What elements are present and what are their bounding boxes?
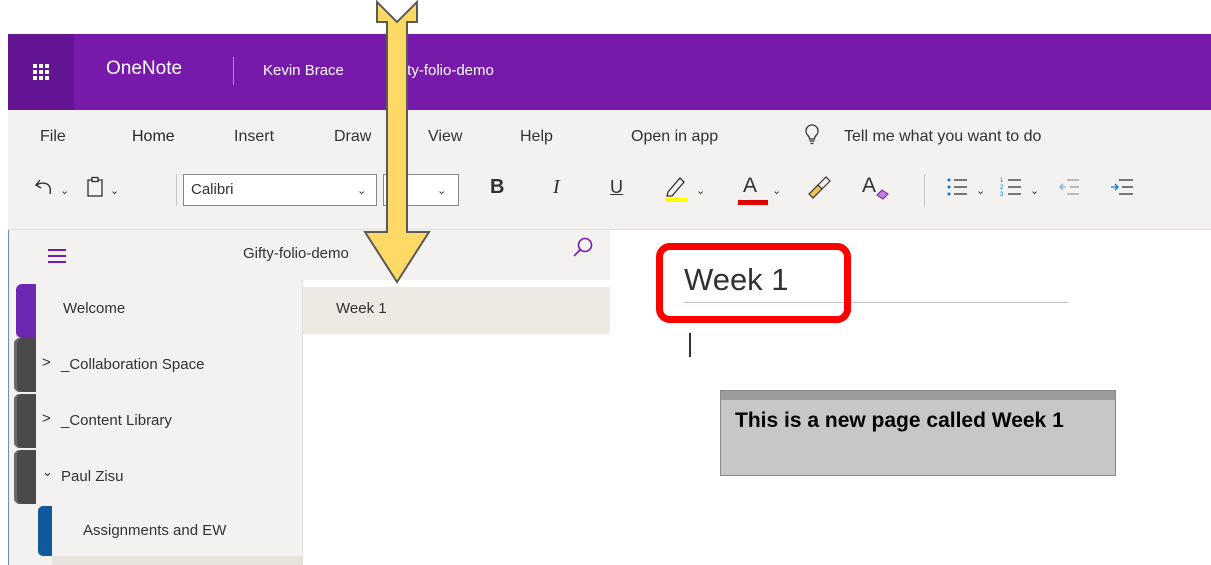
font-size-dropdown[interactable]: ⌄ [437, 184, 446, 197]
decrease-indent-button[interactable] [1058, 176, 1080, 203]
tab-insert[interactable]: Insert [234, 128, 274, 146]
numbering-dropdown[interactable]: ⌄ [1030, 184, 1039, 197]
waffle-icon [33, 64, 49, 80]
section-label: Assignments and EW [83, 522, 227, 539]
section-group-paul-zisu[interactable]: ⌄ Paul Zisu [36, 450, 302, 504]
open-in-app-button[interactable]: Open in app [631, 128, 718, 146]
clear-format-letter: A [862, 174, 877, 197]
italic-button[interactable]: I [553, 176, 560, 199]
highlighter-dropdown[interactable]: ⌄ [696, 184, 705, 197]
annotation-arrow-icon [363, 0, 431, 284]
lightbulb-icon [804, 124, 820, 151]
hamburger-menu-button[interactable] [48, 249, 66, 263]
page-label: Week 1 [336, 300, 387, 317]
font-name-value: Calibri [191, 181, 234, 198]
toolbar-separator [176, 174, 177, 206]
paste-button[interactable] [86, 176, 104, 203]
section-item-collaboration-space[interactable]: > _Collaboration Space [36, 338, 302, 392]
note-container[interactable]: This is a new page called Week 1 [720, 390, 1116, 476]
eraser-icon [876, 189, 889, 200]
chevron-down-icon[interactable]: ⌄ [42, 464, 53, 480]
svg-text:2: 2 [1000, 185, 1004, 191]
section-item-welcome[interactable]: Welcome [36, 284, 302, 338]
section-tab-assignments[interactable] [38, 506, 52, 556]
hamburger-icon [48, 249, 66, 263]
increase-indent-button[interactable] [1110, 176, 1134, 203]
highlighter-icon [665, 177, 687, 202]
section-tab-collab[interactable] [14, 338, 36, 392]
clear-formatting-button[interactable]: A [862, 174, 892, 204]
numbering-button[interactable]: 123 [1000, 176, 1022, 203]
font-color-dropdown[interactable]: ⌄ [772, 184, 781, 197]
highlighter-button[interactable] [664, 174, 688, 207]
note-text[interactable]: This is a new page called Week 1 [735, 409, 1095, 433]
section-tab-welcome[interactable] [16, 284, 36, 338]
tab-file[interactable]: File [40, 128, 66, 146]
numbered-list-icon: 123 [1000, 178, 1021, 198]
container-handle[interactable] [721, 391, 1115, 400]
font-color-swatch [738, 200, 768, 205]
section-label: Welcome [63, 300, 126, 317]
font-color-button[interactable]: A [738, 174, 768, 205]
chevron-right-icon[interactable]: > [42, 354, 51, 371]
section-item-assignments[interactable]: Assignments and EW [52, 506, 302, 556]
app-name[interactable]: OneNote [106, 58, 182, 80]
title-separator [233, 57, 234, 85]
section-tab-content[interactable] [14, 394, 36, 448]
font-name-select[interactable]: Calibri [183, 174, 377, 206]
section-item-partial [52, 556, 302, 565]
tab-help[interactable]: Help [520, 128, 553, 146]
bullets-dropdown[interactable]: ⌄ [976, 184, 985, 197]
search-icon [573, 237, 593, 257]
section-label: Paul Zisu [61, 468, 124, 485]
increase-indent-icon [1111, 179, 1133, 195]
section-tab-paul[interactable] [14, 450, 36, 504]
title-bar [8, 34, 1211, 110]
user-name[interactable]: Kevin Brace [263, 62, 344, 79]
page-item-week-1[interactable]: Week 1 [303, 287, 610, 334]
section-label: _Content Library [61, 412, 172, 429]
clipboard-icon [87, 176, 103, 197]
paste-dropdown[interactable]: ⌄ [110, 184, 119, 197]
notebook-name[interactable]: Gifty-folio-demo [243, 245, 349, 262]
bullet-list-icon [947, 178, 967, 196]
app-launcher-button[interactable] [8, 34, 74, 110]
decrease-indent-icon [1059, 179, 1079, 195]
svg-text:3: 3 [1000, 192, 1004, 198]
section-item-content-library[interactable]: > _Content Library [36, 394, 302, 448]
bullets-button[interactable] [946, 176, 968, 203]
font-color-letter: A [743, 174, 758, 197]
title-highlight-box [656, 243, 851, 323]
format-painter-icon [808, 176, 831, 199]
undo-button[interactable] [34, 177, 56, 202]
undo-icon [34, 179, 51, 195]
section-label: _Collaboration Space [61, 356, 205, 373]
search-button[interactable] [571, 236, 595, 265]
chevron-right-icon[interactable]: > [42, 410, 51, 427]
bold-button[interactable]: B [490, 176, 504, 199]
format-painter-button[interactable] [806, 174, 832, 205]
undo-dropdown[interactable]: ⌄ [60, 184, 69, 197]
text-cursor [689, 333, 691, 357]
tab-home[interactable]: Home [132, 128, 175, 146]
underline-button[interactable]: U [610, 177, 623, 198]
tell-me-search[interactable]: Tell me what you want to do [844, 128, 1041, 146]
toolbar-separator-2 [924, 174, 925, 206]
svg-text:1: 1 [1000, 178, 1004, 184]
